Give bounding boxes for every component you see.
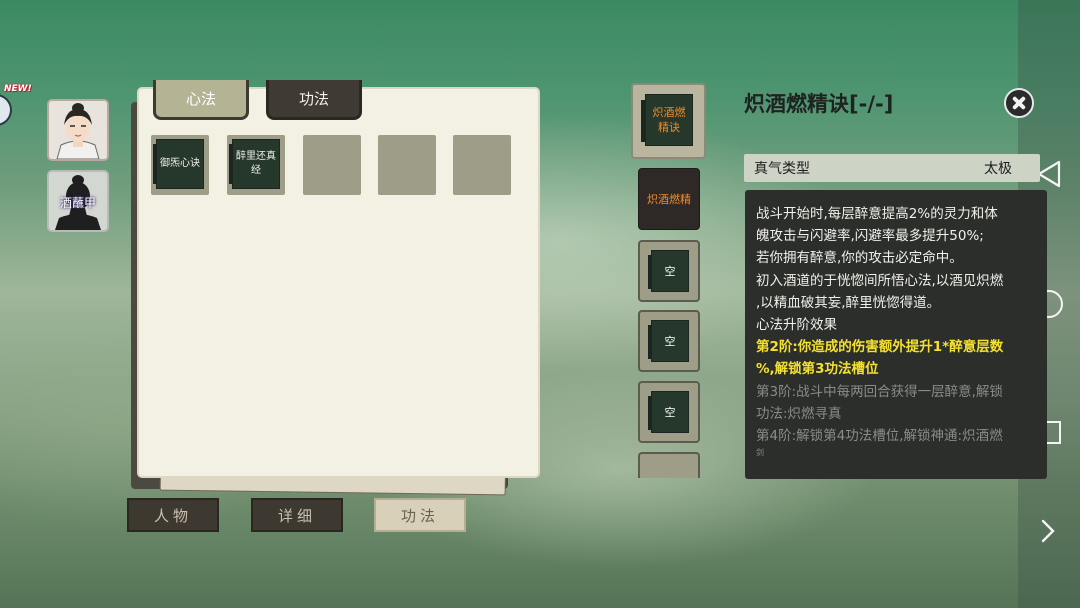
manual-slot-2[interactable]: 醉里还真经 [227,135,285,195]
technique-slot-active[interactable]: 炽酒燃精 [638,168,700,230]
manual-slot-1[interactable]: 御炁心诀 [151,135,209,195]
character-tab-button[interactable]: 人物 [127,498,219,532]
technique-slot-empty[interactable]: 空 [638,310,700,372]
description-line: 初入酒道的于恍惚间所悟心法,以酒见炽燃 [756,272,1004,289]
tier3-line: 功法:炽燃寻真 [756,405,842,422]
description-line: 魄攻击与闪避率,闪避率最多提升50%; [756,228,984,245]
manual-book: 醉里还真经 [229,139,280,189]
tier2-line: %,解锁第3功法槽位 [756,361,879,378]
manual-slot-empty[interactable] [303,135,361,195]
qi-type-bar: 真气类型 太极 [744,154,1040,182]
close-icon[interactable] [1004,88,1034,118]
tier2-line: 第2阶:你造成的伤害额外提升1*醉意层数 [756,339,1004,356]
mascot-face [0,94,12,126]
qi-type-label: 真气类型 [754,161,810,177]
technique-slot-partial[interactable] [638,452,700,478]
qi-type-value: 太极 [984,161,1012,177]
technique-slot-empty[interactable]: 空 [638,381,700,443]
manual-slot-empty[interactable] [453,135,511,195]
chevron-right-icon[interactable] [1040,518,1056,544]
tier4-line: 第4阶:解锁第4功法槽位,解锁神通:炽酒燃 [756,428,1003,445]
skills-tab-button[interactable]: 功法 [374,498,466,532]
new-badge-label: NEW! [4,84,32,94]
selected-manual-book: 炽酒燃精诀 [641,94,693,146]
character-portrait-2[interactable]: 酒蘸甲 [47,170,109,232]
selected-manual-frame: 炽酒燃精诀 [631,83,706,159]
tier3-line: 第3阶:战斗中每两回合获得一层醉意,解锁 [756,383,1003,400]
description-line: 战斗开始时,每层醉意提高2%的灵力和体 [756,206,998,222]
empty-slot-label: 空 [648,391,689,433]
technique-slot-empty[interactable]: 空 [638,240,700,302]
manual-slot-empty[interactable] [378,135,436,195]
manual-title: 炽酒燃精诀[-/-] [744,92,894,116]
description-line: ,以精血破其妄,醉里恍惚得道。 [756,294,941,311]
character-portrait-1[interactable] [47,99,109,161]
tier4-tail: 剑 [756,448,764,458]
character-avatar [49,101,107,159]
back-triangle-icon[interactable] [1037,160,1061,188]
details-tab-button[interactable]: 详细 [251,498,343,532]
empty-slot-label: 空 [648,320,689,362]
description-line: 若你拥有醉意,你的攻击必定命中。 [756,250,963,267]
description-box[interactable]: 战斗开始时,每层醉意提高2%的灵力和体 魄攻击与闪避率,闪避率最多提升50%; … [745,190,1047,479]
upgrade-heading: 心法升阶效果 [756,317,837,334]
tab-xinfa[interactable]: 心法 [153,80,249,120]
tab-gongfa[interactable]: 功法 [266,80,362,120]
new-mascot-icon[interactable]: NEW! [0,80,32,132]
character-name: 酒蘸甲 [59,196,96,210]
empty-slot-label: 空 [648,250,689,292]
manual-book: 御炁心诀 [153,139,204,189]
